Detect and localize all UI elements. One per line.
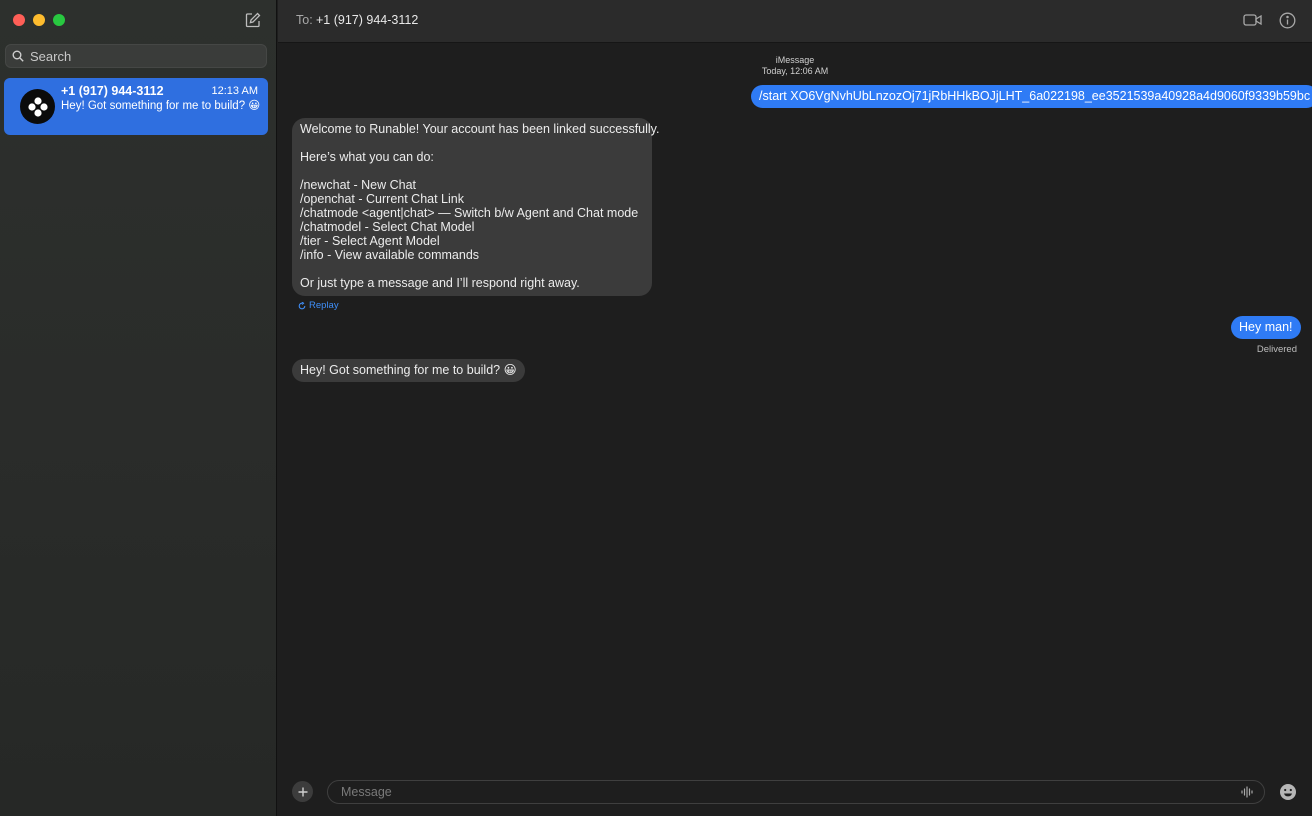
message-line: Or just type a message and I’ll respond …	[300, 276, 580, 290]
search-field[interactable]	[5, 44, 267, 68]
conversation-preview: Hey! Got something for me to build? 😀	[61, 100, 261, 112]
service-label: iMessage	[775, 55, 815, 65]
delivery-status: Delivered	[1256, 344, 1297, 355]
message-line: Here’s what you can do:	[300, 150, 434, 164]
replay-button[interactable]: Replay	[298, 300, 339, 311]
message-line: /info - View available commands	[300, 248, 480, 262]
message-line: /openchat - Current Chat Link	[300, 192, 464, 206]
message-line: /newchat - New Chat	[300, 178, 417, 192]
search-icon	[12, 50, 24, 62]
replay-icon	[298, 301, 306, 309]
message-bubble-incoming[interactable]: Welcome to Runable! Your account has bee…	[292, 118, 660, 296]
message-field[interactable]	[327, 780, 1265, 804]
add-attachment-button[interactable]	[292, 781, 313, 802]
thread-timestamp: Today, 12:06 AM	[761, 66, 829, 76]
message-line: /chatmodel - Select Chat Model	[300, 220, 475, 234]
info-icon[interactable]	[1279, 12, 1296, 29]
recipient[interactable]: +1 (917) 944-3112	[316, 13, 418, 27]
replay-label: Replay	[309, 300, 339, 311]
conversation-name: +1 (917) 944-3112	[61, 84, 164, 98]
conversation-header: To: +1 (917) 944-3112	[278, 0, 1312, 43]
search-input[interactable]	[30, 48, 250, 64]
thread-service-header: iMessage Today, 12:06 AM	[278, 55, 1312, 77]
message-bubble-outgoing[interactable]: Hey man!	[1231, 316, 1301, 339]
close-window-button[interactable]	[13, 14, 25, 26]
compose-icon[interactable]	[244, 11, 262, 29]
zoom-window-button[interactable]	[53, 14, 65, 26]
message-bubble-incoming[interactable]: Hey! Got something for me to build? 😀	[292, 359, 525, 382]
to-label: To:	[296, 13, 313, 27]
message-line: Welcome to Runable! Your account has bee…	[300, 122, 660, 136]
avatar	[20, 89, 55, 124]
minimize-window-button[interactable]	[33, 14, 45, 26]
window-controls	[13, 14, 65, 26]
audio-waveform-icon[interactable]	[1240, 785, 1254, 799]
conversation-pane: To: +1 (917) 944-3112 iMessage Today, 12…	[278, 0, 1312, 816]
message-line: /chatmode <agent|chat> — Switch b/w Agen…	[300, 206, 639, 220]
message-line: /tier - Select Agent Model	[300, 234, 440, 248]
message-bubble-outgoing[interactable]: /start XO6VgNvhUbLnzozOj71jRbHHkBOJjLHT_…	[751, 85, 1312, 108]
conversation-item[interactable]: +1 (917) 944-3112 12:13 AM Hey! Got some…	[4, 78, 268, 135]
conversation-time: 12:13 AM	[211, 85, 258, 97]
message-input[interactable]	[341, 785, 1221, 799]
sidebar: +1 (917) 944-3112 12:13 AM Hey! Got some…	[0, 0, 277, 816]
contact-logo-icon	[27, 96, 48, 117]
emoji-icon[interactable]	[1279, 783, 1297, 801]
plus-icon	[298, 787, 307, 796]
video-call-icon[interactable]	[1243, 12, 1263, 28]
